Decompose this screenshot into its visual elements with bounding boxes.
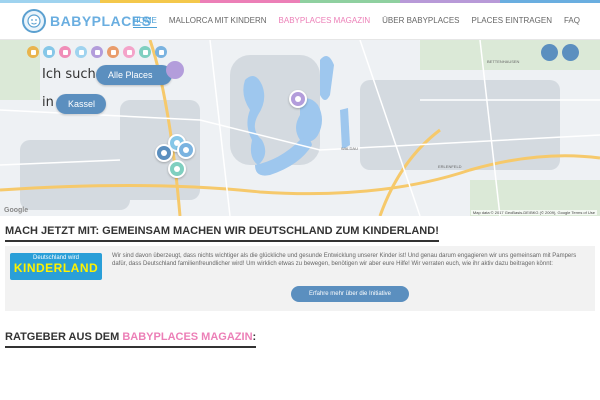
kinderland-logo-line2: KINDERLAND — [13, 261, 99, 275]
category-icon-cluster[interactable] — [166, 61, 184, 79]
main-nav: Home Mallorca mit Kindern Babyplaces Mag… — [121, 16, 580, 28]
cafe-icon[interactable] — [123, 46, 135, 58]
nav-places-eintragen[interactable]: Places eintragen — [472, 16, 552, 28]
hotel-icon[interactable] — [139, 46, 151, 58]
section-title-kinderland: Mach jetzt mit: Gemeinsam machen wir Deu… — [5, 225, 439, 242]
site-header: BABYPLACES Home Mallorca mit Kindern Bab… — [0, 3, 600, 40]
ratgeber-title-prefix: Ratgeber aus dem — [5, 331, 123, 343]
nav-magazin[interactable]: Babyplaces Magazin — [279, 16, 371, 28]
smile-icon[interactable] — [155, 46, 167, 58]
nav-home[interactable]: Home — [132, 16, 157, 28]
zoom-out-button[interactable] — [562, 44, 579, 61]
kinderland-logo-line1: Deutschland wird — [32, 255, 80, 261]
kinderland-box: Deutschland wird KINDERLAND Wir sind dav… — [5, 246, 595, 311]
search-label: Ich suche — [42, 67, 104, 82]
place-label-waldau: WALDAU — [341, 146, 358, 151]
ratgeber-title-highlight[interactable]: Babyplaces Magazin — [122, 331, 252, 343]
place-label-erlenfeld: ERLENFELD — [438, 164, 462, 169]
shop-icon[interactable] — [75, 46, 87, 58]
google-logo: Google — [4, 207, 29, 214]
baby-face-icon — [22, 9, 46, 33]
bottle-icon[interactable] — [168, 160, 186, 178]
stroller-icon[interactable] — [289, 90, 307, 108]
category-filter-bar — [27, 46, 171, 58]
nav-faq[interactable]: FAQ — [564, 16, 580, 28]
restaurant-icon[interactable] — [91, 46, 103, 58]
section-title-ratgeber: Ratgeber aus dem Babyplaces Magazin: — [5, 331, 257, 348]
nav-mallorca[interactable]: Mallorca mit Kindern — [169, 16, 267, 28]
kinderland-text: Wir sind davon überzeugt, dass nichts wi… — [112, 253, 577, 267]
category-select[interactable]: Alle Places — [96, 65, 172, 85]
nav-ueber[interactable]: Über Babyplaces — [382, 16, 459, 28]
location-label: in — [42, 95, 54, 110]
bottle-icon[interactable] — [107, 46, 119, 58]
map-attribution[interactable]: Map data © 2017 GeoBasis-DE/BKG (© 2009)… — [470, 210, 597, 215]
baby-icon[interactable] — [59, 46, 71, 58]
initiative-button[interactable]: Erfahre mehr über die Initiative — [291, 286, 409, 302]
map[interactable]: Ich suche Alle Places in Kassel BETTENHA… — [0, 40, 600, 216]
shop-icon[interactable] — [155, 144, 173, 162]
baby-icon[interactable] — [177, 141, 195, 159]
family-icon[interactable] — [43, 46, 55, 58]
place-label-bettenhausen: BETTENHAUSEN — [487, 59, 520, 64]
stroller-icon[interactable] — [27, 46, 39, 58]
zoom-in-button[interactable] — [541, 44, 558, 61]
ratgeber-title-suffix: : — [252, 331, 257, 343]
location-select[interactable]: Kassel — [56, 94, 106, 114]
kinderland-logo[interactable]: Deutschland wird KINDERLAND — [10, 253, 102, 280]
